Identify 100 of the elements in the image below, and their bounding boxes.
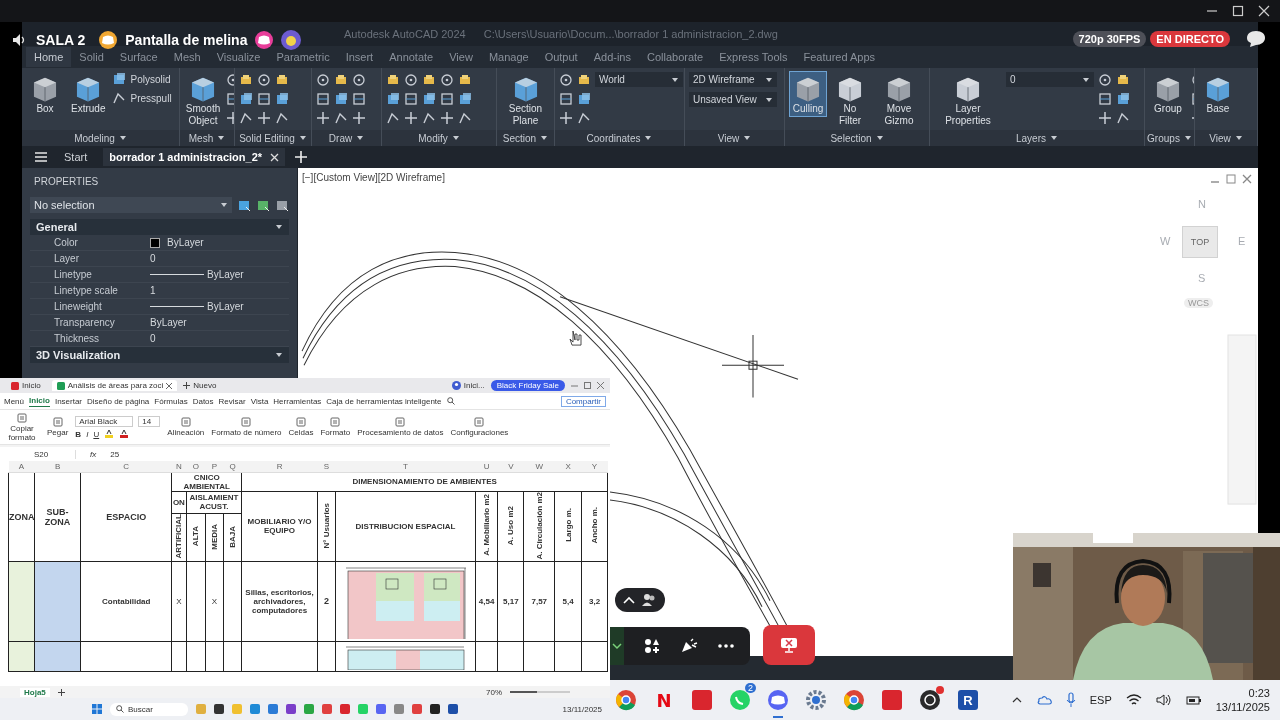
toolbar-button[interactable]: Pegar xyxy=(47,417,69,437)
viewers-button[interactable] xyxy=(615,588,665,612)
activities-icon[interactable] xyxy=(644,638,660,654)
tool-icon[interactable] xyxy=(386,92,400,106)
close-icon[interactable] xyxy=(166,382,173,389)
tool-icon[interactable] xyxy=(334,111,348,125)
toolbar-button[interactable]: Formato de número xyxy=(211,417,282,437)
tool-icon[interactable] xyxy=(1116,92,1130,106)
ribbon-button[interactable]: Section Plane xyxy=(501,71,550,129)
sheet-tab[interactable]: Hoja5 xyxy=(20,687,50,697)
highlight-icon[interactable] xyxy=(104,430,115,438)
tool-icon[interactable] xyxy=(334,92,348,106)
add-tab-icon[interactable] xyxy=(295,151,308,163)
tool-icon[interactable] xyxy=(275,111,289,125)
ribbon-tab[interactable]: Mesh xyxy=(165,47,209,67)
ribbon-tab[interactable]: Add-ins xyxy=(585,47,639,67)
add-sheet-icon[interactable] xyxy=(57,688,65,696)
ribbon-tab[interactable]: Collaborate xyxy=(638,47,712,67)
chat-icon[interactable] xyxy=(1246,30,1266,48)
format-button[interactable]: U xyxy=(93,429,100,439)
tool-icon[interactable] xyxy=(1098,92,1112,106)
tool-icon[interactable] xyxy=(458,73,472,87)
tool-icon[interactable] xyxy=(440,111,454,125)
select-tool-icon[interactable] xyxy=(257,198,270,212)
panel-title[interactable]: Groups xyxy=(1147,132,1192,144)
tool-icon[interactable] xyxy=(316,73,330,87)
tool-icon[interactable] xyxy=(577,73,591,87)
chat-app-icon[interactable] xyxy=(767,689,789,711)
dropdown[interactable]: 2D Wireframe xyxy=(689,72,777,87)
toolbar-button[interactable]: Configuraciones xyxy=(450,417,509,437)
tool-icon[interactable] xyxy=(422,111,436,125)
ribbon-tab[interactable]: Output xyxy=(536,47,586,67)
tool-icon[interactable] xyxy=(352,73,366,87)
settings-icon[interactable] xyxy=(805,689,827,711)
select-tool-icon[interactable] xyxy=(276,198,289,212)
ribbon-tab[interactable]: View xyxy=(441,47,481,67)
toolbar-button[interactable]: Copiar formato xyxy=(4,412,40,442)
menu-icon[interactable] xyxy=(34,151,48,163)
ribbon-tab[interactable]: Featured Apps xyxy=(795,47,884,67)
toolbar-button[interactable]: Procesamiento de datos xyxy=(357,417,444,437)
tool-icon[interactable] xyxy=(577,92,591,106)
tool-icon[interactable] xyxy=(1098,73,1112,87)
tool-icon[interactable] xyxy=(559,92,573,106)
tool-icon[interactable] xyxy=(1116,111,1130,125)
ribbon-button[interactable]: Group xyxy=(1149,71,1187,117)
tool-icon[interactable] xyxy=(1098,111,1112,125)
ribbon-tab[interactable]: Parametric xyxy=(268,47,338,67)
ribbon-tab[interactable]: Surface xyxy=(111,47,166,67)
section-header[interactable]: 3D Visualization xyxy=(30,347,289,363)
chat-bubble-icon[interactable] xyxy=(729,689,751,711)
tool-icon[interactable] xyxy=(559,73,573,87)
selection-dropdown[interactable]: No selection xyxy=(30,197,232,213)
ribbon-tab[interactable]: Home xyxy=(26,47,72,67)
start-icon[interactable] xyxy=(92,704,102,714)
document-tab[interactable]: Análisis de áreas para zoci xyxy=(51,380,178,391)
tool-icon[interactable] xyxy=(239,92,253,106)
tool-icon[interactable] xyxy=(404,111,418,125)
ribbon-button[interactable]: Culling xyxy=(789,71,827,117)
ribbon-tab[interactable]: Annotate xyxy=(381,47,442,67)
tool-icon[interactable] xyxy=(257,92,271,106)
search-field[interactable]: Buscar xyxy=(110,702,188,716)
tool-icon[interactable] xyxy=(275,92,289,106)
tool-icon[interactable] xyxy=(422,73,436,87)
tool-icon[interactable] xyxy=(422,92,436,106)
promo-button[interactable]: Black Friday Sale xyxy=(490,380,565,391)
ribbon-tab[interactable]: Herramientas xyxy=(273,395,322,407)
ribbon-tab[interactable]: Vista xyxy=(250,395,269,407)
format-button[interactable]: B xyxy=(75,429,82,439)
tool-icon[interactable] xyxy=(440,92,454,106)
ribbon-tab[interactable]: Revisar xyxy=(218,395,246,407)
expand-button[interactable] xyxy=(610,627,624,665)
ribbon-tab[interactable]: Express Tools xyxy=(711,47,796,67)
maximize-icon[interactable] xyxy=(1232,5,1244,17)
battery-icon[interactable] xyxy=(1185,694,1202,706)
account-button[interactable]: Inici... xyxy=(451,381,485,390)
app-icon[interactable]: R xyxy=(958,690,978,710)
ribbon-button[interactable]: No Filter xyxy=(831,71,869,129)
toolbar-button[interactable]: Celdas xyxy=(288,417,314,437)
search-icon[interactable] xyxy=(446,397,455,405)
tool-icon[interactable] xyxy=(112,91,127,105)
ribbon-tab[interactable]: Insertar xyxy=(54,395,83,407)
volume-icon[interactable] xyxy=(1155,694,1172,706)
viewcube-face[interactable]: TOP xyxy=(1182,226,1218,258)
file-tab[interactable]: Start xyxy=(58,148,94,166)
soundboard-icon[interactable] xyxy=(680,638,698,654)
section-header[interactable]: General xyxy=(30,219,289,235)
tool-icon[interactable] xyxy=(386,111,400,125)
ribbon-button[interactable]: Extrude xyxy=(68,71,109,117)
cloud-icon[interactable] xyxy=(1035,695,1052,705)
browser-icon[interactable] xyxy=(615,689,637,711)
formula-field[interactable]: 25 xyxy=(110,449,120,459)
clock-date[interactable]: 13/11/2025 xyxy=(1215,700,1270,714)
ribbon-tab[interactable]: Datos xyxy=(192,395,214,407)
app-icon[interactable]: N xyxy=(656,689,672,711)
share-button[interactable]: Compartir xyxy=(560,395,606,407)
ribbon-tab[interactable]: Manage xyxy=(480,47,537,67)
recorder-icon[interactable] xyxy=(919,689,941,711)
format-button[interactable]: I xyxy=(86,429,89,439)
toolbar-button[interactable]: Alineación xyxy=(167,417,205,437)
ribbon-tab[interactable]: Caja de herramientas inteligente xyxy=(326,395,442,407)
